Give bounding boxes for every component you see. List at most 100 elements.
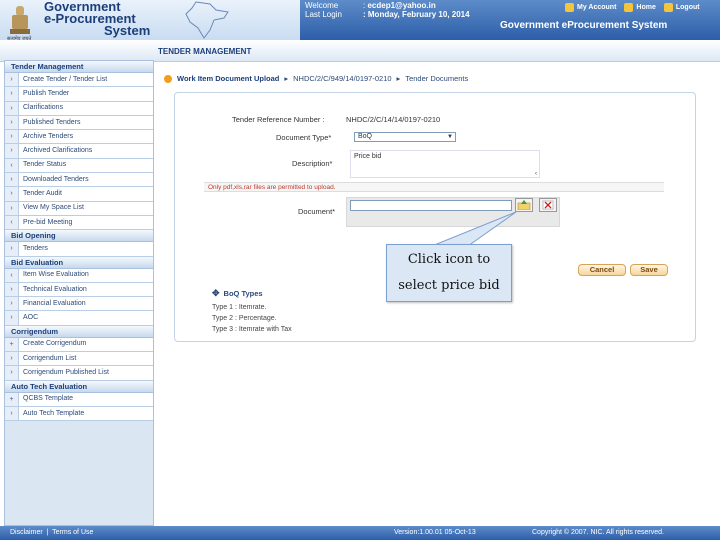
logout-icon <box>663 3 673 12</box>
chevron-down-icon: ▼ <box>447 134 453 140</box>
sidebar-item[interactable]: › Tenders <box>5 242 153 257</box>
sidebar-arrow-icon: + <box>5 392 19 406</box>
sidebar-arrow-icon: › <box>5 115 19 130</box>
terms-link[interactable]: Terms of Use <box>52 529 93 536</box>
sidebar-item-label: Archived Clarifications <box>23 147 93 155</box>
welcome-block: Welcome: ecdep1@yahoo.in Last Login : Mon… <box>305 1 470 19</box>
sidebar-item-label: Published Tenders <box>23 118 81 126</box>
sidebar-section-header: Tender Management <box>5 61 153 73</box>
sidebar-item-label: Item Wise Evaluation <box>23 271 89 279</box>
sidebar-arrow-icon: › <box>5 87 19 101</box>
chevron-right-icon: ▸ <box>396 74 401 83</box>
footer-bar: Disclaimer | Terms of Use Version:1.00.0… <box>0 526 720 540</box>
sidebar-arrow-icon: ‹ <box>5 268 19 282</box>
tender-ref-value: NHDC/2/C/14/14/0197-0210 <box>346 115 441 124</box>
footer-sep: | <box>46 529 49 536</box>
sidebar: Tender Management › Create Tender / Tender… <box>4 60 154 526</box>
boq-type2: Type 2 : Percentage. <box>212 315 277 322</box>
sidebar-item-label: Corrigendum Published List <box>23 369 109 376</box>
sidebar-item[interactable]: › Published Tenders <box>5 115 153 131</box>
callout-line1: Click icon to <box>407 252 491 267</box>
sidebar-arrow-icon: › <box>5 352 19 366</box>
brand-line3: System <box>104 23 151 38</box>
sidebar-arrow-icon: › <box>5 144 19 158</box>
welcome-key: Welcome <box>305 1 339 10</box>
disclaimer-link[interactable]: Disclaimer <box>10 529 43 536</box>
logout-link[interactable]: Logout <box>663 3 700 12</box>
sidebar-arrow-icon: ‹ <box>5 158 19 173</box>
sidebar-item[interactable]: › Clarifications <box>5 101 153 116</box>
sidebar-item-label: Publish Tender <box>23 89 70 97</box>
sidebar-item[interactable]: › Create Tender / Tender List <box>5 73 153 88</box>
sidebar-item-label: AOC <box>23 314 39 322</box>
sidebar-arrow-icon: ‹ <box>5 215 19 230</box>
sidebar-item[interactable]: ‹ Tender Status <box>5 158 153 174</box>
sidebar-item[interactable]: + QCBS Template <box>5 392 153 407</box>
sidebar-arrow-icon: › <box>5 297 19 311</box>
sidebar-item[interactable]: › View My Space List <box>5 201 153 216</box>
sidebar-item-label: Tender Audit <box>23 190 62 198</box>
sidebar-arrow-icon: › <box>5 201 19 215</box>
system-name: Government eProcurement System <box>500 20 668 31</box>
delete-icon[interactable] <box>539 198 557 212</box>
doc-type-value: BoQ <box>358 133 373 140</box>
site-logo-text: Government e-Procurement System <box>44 0 151 38</box>
sidebar-item[interactable]: › Auto Tech Template <box>5 406 153 422</box>
arrows-icon: ✥ <box>212 288 220 298</box>
home-link[interactable]: Home <box>624 3 656 12</box>
sidebar-item[interactable]: › Financial Evaluation <box>5 297 153 312</box>
sidebar-item-label: Technical Evaluation <box>23 285 87 293</box>
my-account-label: My Account <box>577 4 617 11</box>
last-login-key: Last Login <box>305 10 342 19</box>
sidebar-item-label: Tenders <box>23 244 48 252</box>
sidebar-arrow-icon: › <box>5 130 19 144</box>
resize-handle-icon: ‹ <box>535 171 537 177</box>
sidebar-item-label: Financial Evaluation <box>23 299 86 307</box>
welcome-email: ecdep1@yahoo.in <box>367 1 436 10</box>
sidebar-section-header: Auto Tech Evaluation <box>5 380 153 393</box>
sidebar-section-header: Bid Opening <box>5 230 153 243</box>
sidebar-item[interactable]: › Downloaded Tenders <box>5 173 153 188</box>
doc-type-select[interactable]: BoQ ▼ <box>354 132 456 142</box>
account-icon <box>565 3 574 12</box>
sidebar-arrow-icon: › <box>5 406 19 421</box>
callout-line2: select price bid <box>398 278 500 293</box>
sidebar-item-label: Clarifications <box>23 104 64 112</box>
version-text: Version:1.00.01 05-Oct-13 <box>394 529 476 536</box>
logout-label: Logout <box>675 4 700 11</box>
breadcrumb-part3: Tender Documents <box>405 74 469 83</box>
sidebar-item[interactable]: › Technical Evaluation <box>5 282 153 298</box>
breadcrumb-part1[interactable]: Work Item Document Upload <box>177 74 279 83</box>
sidebar-item[interactable]: ‹ Item Wise Evaluation <box>5 268 153 283</box>
tooltip-callout: Click icon to select price bid <box>386 244 512 302</box>
header-bar: सत्यमेव जयते Government e-Procurement Sy… <box>0 0 720 42</box>
sidebar-arrow-icon: › <box>5 242 19 256</box>
sidebar-item[interactable]: › Archived Clarifications <box>5 144 153 159</box>
sidebar-item-label: View My Space List <box>23 204 84 212</box>
page: { "header": { "brand_line1": "Government… <box>0 0 720 540</box>
home-label: Home <box>636 4 656 11</box>
sidebar-item-label: Tender Status <box>23 161 67 169</box>
sidebar-item[interactable]: › Tender Audit <box>5 187 153 202</box>
sidebar-item[interactable]: › AOC <box>5 311 153 326</box>
upload-warning: Only pdf,xls,rar files are permitted to … <box>204 182 664 192</box>
sidebar-item[interactable]: › Corrigendum Published List <box>5 366 153 381</box>
section-title: TENDER MANAGEMENT <box>158 47 252 56</box>
sidebar-item[interactable]: › Corrigendum List <box>5 352 153 367</box>
sidebar-item[interactable]: › Publish Tender <box>5 87 153 102</box>
description-textarea[interactable]: Price bid ‹ <box>350 150 540 178</box>
breadcrumb-part2[interactable]: NHDC/2/C/949/14/0197-0210 <box>293 74 391 83</box>
last-login-value: : Monday, February 10, 2014 <box>363 10 470 19</box>
sidebar-item[interactable]: + Create Corrigendum <box>5 337 153 353</box>
description-value: Price bid <box>354 153 382 160</box>
welcome-sep: : <box>363 1 366 10</box>
cancel-button[interactable]: Cancel <box>578 264 626 276</box>
sidebar-item-label: Archive Tenders <box>23 132 74 140</box>
footer-links: Disclaimer | Terms of Use <box>10 526 93 540</box>
sidebar-item-label: Corrigendum List <box>23 354 77 362</box>
sidebar-arrow-icon: › <box>5 173 19 187</box>
save-button[interactable]: Save <box>630 264 668 276</box>
sidebar-item[interactable]: › Archive Tenders <box>5 130 153 145</box>
sidebar-item[interactable]: ‹ Pre-bid Meeting <box>5 215 153 231</box>
my-account-link[interactable]: My Account <box>565 3 616 12</box>
